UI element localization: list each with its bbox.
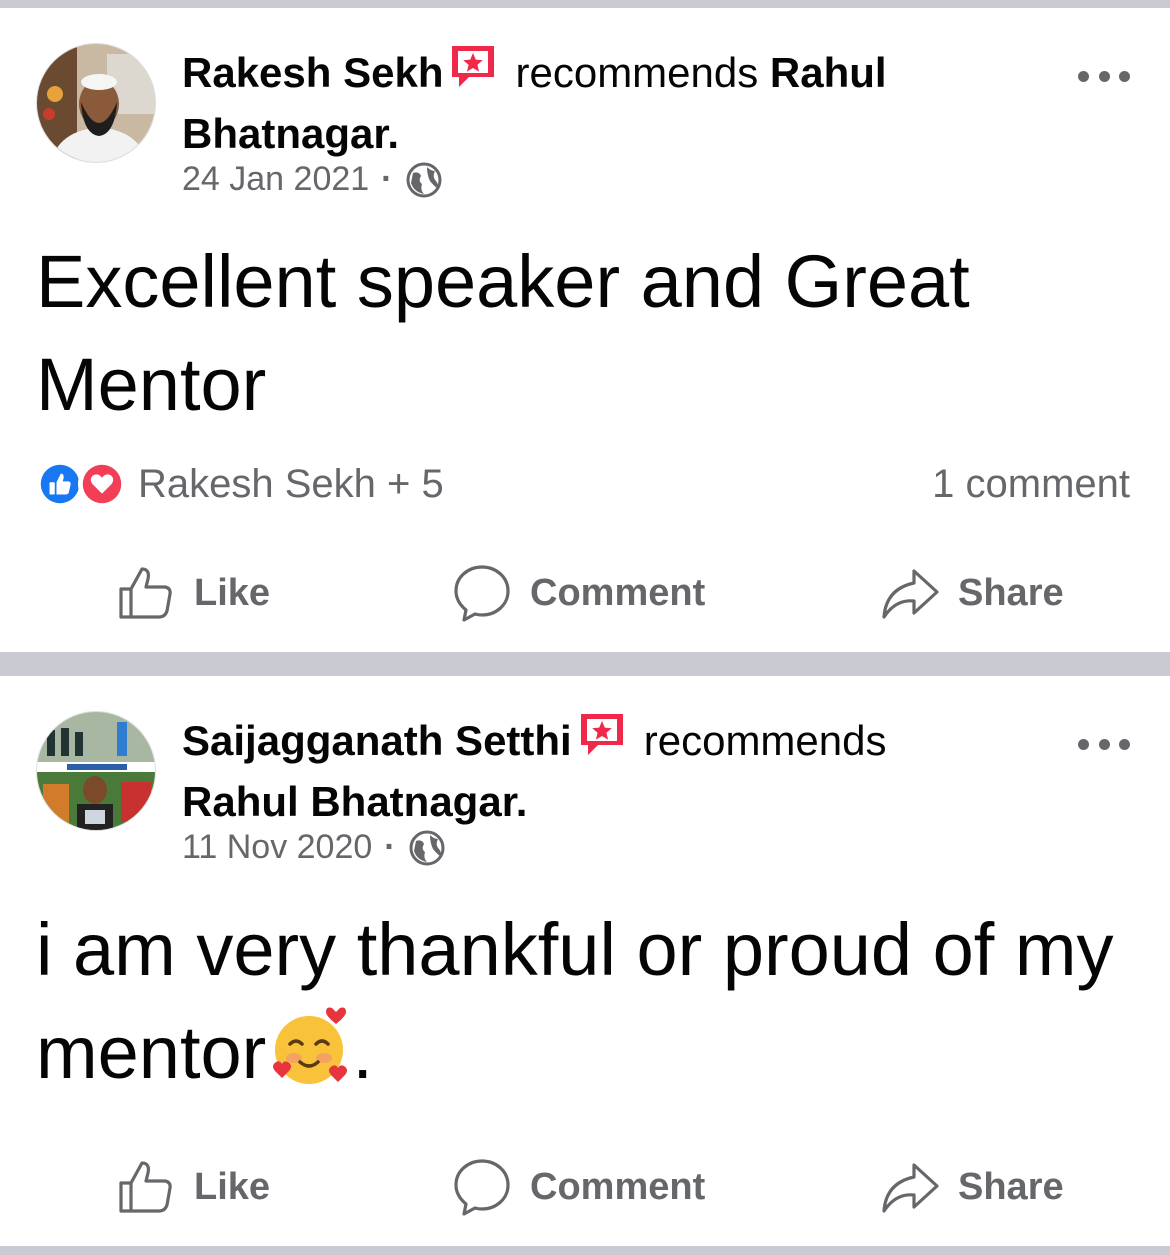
action-bar: Like Comment Share bbox=[0, 553, 1170, 633]
recommendation-post: Rakesh Sekh recommends Rahul Bhatnagar. 2… bbox=[0, 8, 1170, 652]
comment-bubble-icon bbox=[454, 1159, 510, 1216]
recommendation-star-icon bbox=[449, 43, 497, 91]
separator-bottom bbox=[0, 1246, 1170, 1255]
like-button[interactable]: Like bbox=[116, 563, 270, 623]
like-icon bbox=[36, 460, 84, 508]
recommendation-text: i am very thankful or proud of my mentor… bbox=[36, 898, 1136, 1104]
globe-icon bbox=[408, 829, 446, 867]
post-meta: 24 Jan 2021 · bbox=[182, 160, 443, 199]
meta-separator: · bbox=[384, 828, 396, 866]
post-date[interactable]: 24 Jan 2021 bbox=[182, 160, 369, 199]
action-bar: Like Comment Share bbox=[0, 1147, 1170, 1227]
avatar[interactable] bbox=[36, 711, 156, 831]
share-button[interactable]: Share bbox=[880, 1157, 1064, 1217]
like-label: Like bbox=[194, 1165, 271, 1208]
share-label: Share bbox=[958, 571, 1064, 614]
recommended-page-name[interactable]: Rahul Bhatnagar. bbox=[182, 778, 527, 825]
meta-separator: · bbox=[381, 160, 393, 198]
smiling-face-with-hearts-emoji bbox=[266, 1004, 352, 1090]
comment-button[interactable]: Comment bbox=[452, 1157, 705, 1217]
recommendation-text: Excellent speaker and Great Mentor bbox=[36, 240, 970, 426]
recommendation-post: Saijagganath Setthi recommends Rahul Bhat… bbox=[0, 676, 1170, 1246]
love-icon bbox=[78, 460, 126, 508]
more-options-icon[interactable] bbox=[1078, 734, 1130, 754]
comment-label: Comment bbox=[530, 571, 706, 614]
author-name[interactable]: Saijagganath Setthi bbox=[182, 717, 572, 764]
like-button[interactable]: Like bbox=[116, 1157, 270, 1217]
globe-icon bbox=[405, 161, 443, 199]
like-label: Like bbox=[194, 571, 271, 614]
reactions-bar[interactable]: Rakesh Sekh + 5 1 comment bbox=[36, 460, 1130, 508]
recommends-verb: recommends bbox=[515, 49, 759, 96]
share-arrow-icon bbox=[882, 569, 939, 619]
share-arrow-icon bbox=[882, 1163, 939, 1213]
reaction-icons bbox=[36, 460, 126, 508]
post-header: Saijagganath Setthi recommends Rahul Bhat… bbox=[182, 710, 982, 832]
post-header: Rakesh Sekh recommends Rahul Bhatnagar. bbox=[182, 42, 982, 164]
thumbs-up-icon bbox=[119, 567, 172, 619]
post-meta: 11 Nov 2020 · bbox=[182, 828, 446, 867]
recommendation-text-content: i am very thankful or proud of my mentor bbox=[36, 908, 1114, 1094]
more-options-icon[interactable] bbox=[1078, 66, 1130, 86]
separator-middle bbox=[0, 652, 1170, 676]
separator-top bbox=[0, 0, 1170, 8]
comment-button[interactable]: Comment bbox=[452, 563, 705, 623]
comment-bubble-icon bbox=[454, 565, 510, 622]
comment-label: Comment bbox=[530, 1165, 706, 1208]
reactions-label[interactable]: Rakesh Sekh + 5 bbox=[138, 462, 444, 507]
comments-count[interactable]: 1 comment bbox=[932, 462, 1130, 507]
author-name[interactable]: Rakesh Sekh bbox=[182, 49, 443, 96]
share-label: Share bbox=[958, 1165, 1064, 1208]
avatar[interactable] bbox=[36, 43, 156, 163]
share-button[interactable]: Share bbox=[880, 563, 1064, 623]
recommendation-text-suffix: . bbox=[352, 1011, 373, 1094]
thumbs-up-icon bbox=[119, 1161, 172, 1213]
post-date[interactable]: 11 Nov 2020 bbox=[182, 828, 372, 867]
recommends-verb: recommends bbox=[643, 717, 887, 764]
recommendation-star-icon bbox=[578, 711, 626, 759]
